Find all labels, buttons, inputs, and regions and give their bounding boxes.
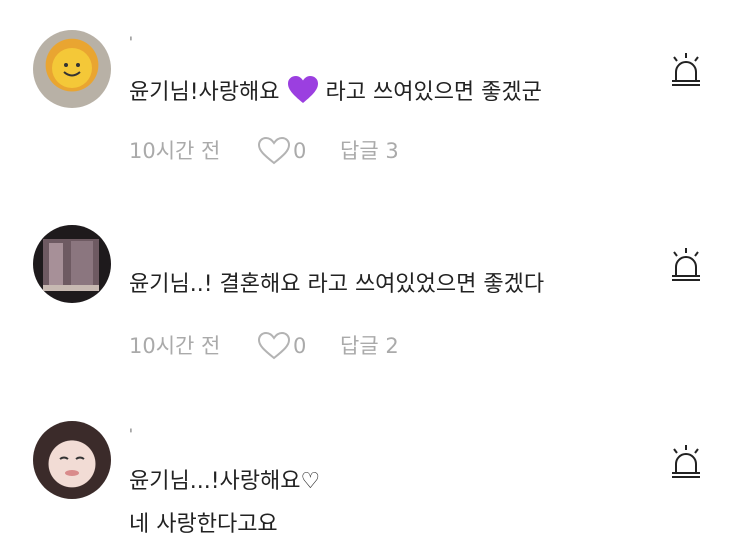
comment-text: 윤기님..! 결혼해요 라고 쓰여있었으면 좋겠다 [129, 270, 544, 300]
comment-text: 윤기님!사랑해요 라고 쓰여있으면 좋겠군 [129, 75, 542, 108]
author-name[interactable]: ' [129, 428, 133, 442]
timestamp: 10시간 전 [129, 139, 221, 163]
siren-icon[interactable] [668, 52, 704, 88]
heart-outline-icon[interactable] [257, 331, 291, 361]
avatar[interactable] [33, 30, 111, 108]
comment-text-part: 윤기님..! 결혼해요 라고 쓰여있었으면 좋겠다 [129, 272, 545, 297]
comment-text: 네 사랑한다고요 [129, 510, 278, 540]
comment-text-part: 윤기님!사랑해요 [129, 80, 280, 105]
avatar[interactable] [33, 225, 111, 303]
reply-button[interactable]: 답글 2 [340, 333, 399, 359]
reply-button[interactable]: 답글 3 [340, 138, 399, 164]
purple-heart-icon [287, 76, 318, 103]
heart-outline-icon[interactable] [257, 136, 291, 166]
like-count: 0 [293, 334, 307, 358]
comment-text: 윤기님...!사랑해요♡ [129, 467, 320, 497]
like-count: 0 [293, 139, 307, 163]
avatar[interactable] [33, 421, 111, 499]
author-name[interactable]: ' [129, 36, 133, 50]
comment-text-part: 라고 쓰여있으면 좋겠군 [325, 80, 542, 105]
timestamp: 10시간 전 [129, 334, 221, 358]
comment-text-part: 네 사랑한다고요 [129, 512, 278, 537]
comment-text-part: 윤기님...!사랑해요♡ [129, 469, 321, 494]
siren-icon[interactable] [668, 444, 704, 480]
siren-icon[interactable] [668, 247, 704, 283]
